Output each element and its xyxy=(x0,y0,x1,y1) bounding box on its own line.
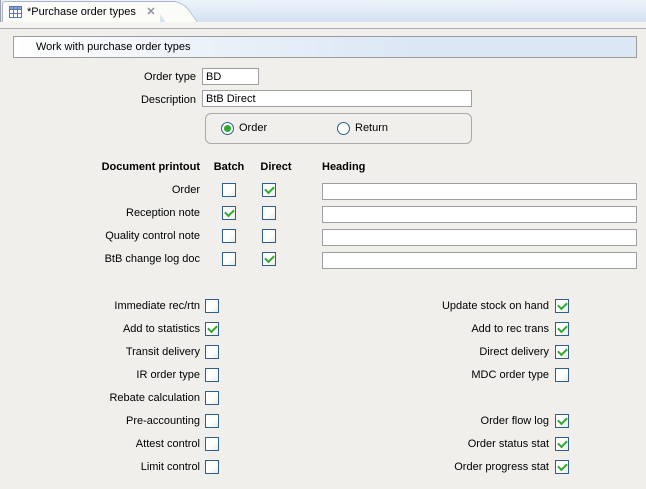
document-printout-header: Document printout xyxy=(0,161,200,174)
option-label: Attest control xyxy=(0,438,200,451)
option-label: Add to rec trans xyxy=(249,323,549,336)
radio-dot-icon xyxy=(224,125,231,132)
checkbox-mdc-order-type[interactable] xyxy=(555,368,569,382)
option-label: Immediate rec/rtn xyxy=(0,300,200,313)
checkbox-btb-batch[interactable] xyxy=(222,252,236,266)
checkbox-transit-delivery[interactable] xyxy=(205,345,219,359)
form-title-bar: Work with purchase order types xyxy=(13,36,637,58)
check-icon xyxy=(557,346,568,357)
checkbox-reception-direct[interactable] xyxy=(262,206,276,220)
check-icon xyxy=(557,438,568,449)
check-icon xyxy=(557,323,568,334)
checkbox-update-stock-on-hand[interactable] xyxy=(555,299,569,313)
checkbox-reception-batch[interactable] xyxy=(222,206,236,220)
batch-header: Batch xyxy=(205,161,253,174)
option-label: Order progress stat xyxy=(249,461,549,474)
tab-strip-underline xyxy=(0,22,646,29)
option-label: Order flow log xyxy=(249,415,549,428)
checkbox-add-to-statistics[interactable] xyxy=(205,322,219,336)
printout-row-label: Reception note xyxy=(0,207,200,220)
option-label: Order status stat xyxy=(249,438,549,451)
checkbox-add-to-rec-trans[interactable] xyxy=(555,322,569,336)
order-return-group: Order Return xyxy=(205,113,472,144)
description-input[interactable] xyxy=(202,90,472,107)
checkbox-rebate-calculation[interactable] xyxy=(205,391,219,405)
option-label: Direct delivery xyxy=(249,346,549,359)
checkbox-direct-delivery[interactable] xyxy=(555,345,569,359)
radio-order[interactable] xyxy=(221,122,234,135)
close-icon[interactable]: ✕ xyxy=(144,5,158,19)
checkbox-order-status-stat[interactable] xyxy=(555,437,569,451)
direct-header: Direct xyxy=(252,161,300,174)
printout-row-label: Quality control note xyxy=(0,230,200,243)
check-icon xyxy=(264,253,275,264)
form-title: Work with purchase order types xyxy=(36,41,190,53)
tab-title: *Purchase order types xyxy=(27,6,136,18)
checkbox-immediate-rec-rtn[interactable] xyxy=(205,299,219,313)
heading-input-order[interactable] xyxy=(322,183,637,200)
checkbox-ir-order-type[interactable] xyxy=(205,368,219,382)
radio-return-label: Return xyxy=(355,122,388,135)
checkbox-order-progress-stat[interactable] xyxy=(555,460,569,474)
checkbox-order-batch[interactable] xyxy=(222,183,236,197)
checkbox-attest-control[interactable] xyxy=(205,437,219,451)
checkbox-order-direct[interactable] xyxy=(262,183,276,197)
radio-return[interactable] xyxy=(337,122,350,135)
heading-header: Heading xyxy=(322,161,422,174)
option-label: Rebate calculation xyxy=(0,392,200,405)
order-type-input[interactable] xyxy=(202,68,259,85)
checkbox-order-flow-log[interactable] xyxy=(555,414,569,428)
description-label: Description xyxy=(0,94,196,107)
checkbox-limit-control[interactable] xyxy=(205,460,219,474)
checkbox-btb-direct[interactable] xyxy=(262,252,276,266)
heading-input-reception[interactable] xyxy=(322,206,637,223)
checkbox-quality-direct[interactable] xyxy=(262,229,276,243)
heading-input-quality[interactable] xyxy=(322,229,637,246)
option-label: MDC order type xyxy=(249,369,549,382)
check-icon xyxy=(207,323,218,334)
option-label: Add to statistics xyxy=(0,323,200,336)
check-icon xyxy=(557,461,568,472)
check-icon xyxy=(557,300,568,311)
checkbox-pre-accounting[interactable] xyxy=(205,414,219,428)
order-type-label: Order type xyxy=(0,71,196,84)
option-label: Pre-accounting xyxy=(0,415,200,428)
option-label: Update stock on hand xyxy=(249,300,549,313)
radio-order-label: Order xyxy=(239,122,267,135)
check-icon xyxy=(557,415,568,426)
heading-input-btb[interactable] xyxy=(322,252,637,269)
option-label: IR order type xyxy=(0,369,200,382)
printout-row-label: BtB change log doc xyxy=(0,253,200,266)
tab-purchase-order-types[interactable]: *Purchase order types ✕ xyxy=(2,1,160,22)
printout-row-label: Order xyxy=(0,184,200,197)
option-label: Transit delivery xyxy=(0,346,200,359)
checkbox-quality-batch[interactable] xyxy=(222,229,236,243)
purchase-order-types-window: *Purchase order types ✕ Work with purcha… xyxy=(0,0,646,489)
check-icon xyxy=(224,207,235,218)
editor-tab-bar: *Purchase order types ✕ xyxy=(0,0,646,22)
option-label: Limit control xyxy=(0,461,200,474)
check-icon xyxy=(264,184,275,195)
table-grid-icon xyxy=(9,6,22,18)
